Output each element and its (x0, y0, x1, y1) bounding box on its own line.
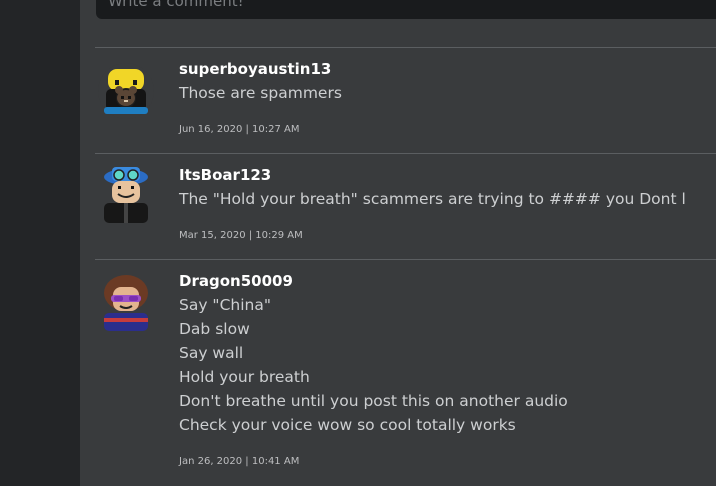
comment-line: Hold your breath (179, 368, 310, 386)
avatar-itsboar123-icon (104, 167, 148, 223)
comment-item: superboyaustin13 Those are spammers Jun … (80, 47, 716, 153)
comment-body: Those are spammers (179, 81, 342, 105)
comment-username[interactable]: ItsBoar123 (179, 166, 271, 184)
avatar[interactable] (98, 273, 154, 331)
comment-line: The "Hold your breath" scammers are tryi… (179, 190, 686, 208)
comment-input[interactable]: Write a comment! (96, 0, 716, 19)
comment-username[interactable]: Dragon50009 (179, 272, 293, 290)
comment-timestamp: Jun 16, 2020 | 10:27 AM (179, 124, 300, 135)
comment-timestamp: Mar 15, 2020 | 10:29 AM (179, 230, 303, 241)
avatar[interactable] (98, 165, 154, 223)
comment-body: The "Hold your breath" scammers are tryi… (179, 187, 686, 211)
comments-section: Write a comment! superboyaustin13 Those … (80, 0, 716, 486)
avatar[interactable] (98, 63, 154, 119)
comment-item: ItsBoar123 The "Hold your breath" scamme… (80, 153, 716, 259)
comment-line: Say "China" (179, 296, 271, 314)
comment-line: Check your voice wow so cool totally wor… (179, 416, 516, 434)
comment-line: Don't breathe until you post this on ano… (179, 392, 568, 410)
left-sidebar (0, 0, 80, 486)
comment-line: Say wall (179, 344, 244, 362)
comment-item: Dragon50009 Say "China" Dab slow Say wal… (80, 259, 716, 486)
comment-line: Those are spammers (179, 84, 342, 102)
comment-line: Dab slow (179, 320, 250, 338)
avatar-dragon50009-icon (104, 275, 148, 331)
comment-timestamp: Jan 26, 2020 | 10:41 AM (179, 456, 300, 467)
avatar-superboyaustin13-icon (98, 63, 154, 119)
comment-body: Say "China" Dab slow Say wall Hold your … (179, 293, 568, 437)
comment-username[interactable]: superboyaustin13 (179, 60, 331, 78)
